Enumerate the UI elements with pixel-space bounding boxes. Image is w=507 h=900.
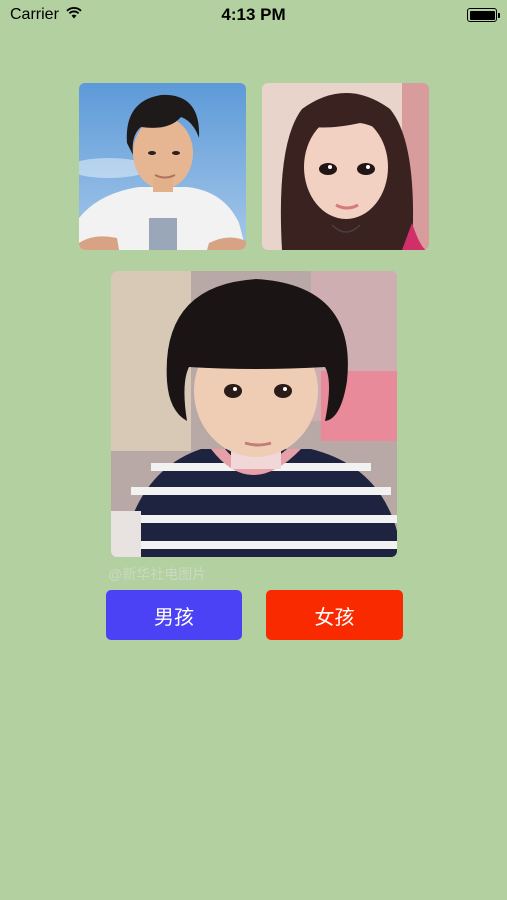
boy-photo[interactable] (79, 83, 246, 250)
status-time: 4:13 PM (221, 5, 286, 24)
boy-button[interactable]: 男孩 (106, 590, 242, 640)
watermark-text: @新华社电图片 (108, 566, 207, 582)
child-photo[interactable] (111, 271, 397, 557)
girl-button[interactable]: 女孩 (266, 590, 403, 640)
girl-photo[interactable] (262, 83, 429, 250)
status-bar: Carrier 4:13 PM (0, 0, 507, 30)
battery-icon (467, 8, 500, 22)
